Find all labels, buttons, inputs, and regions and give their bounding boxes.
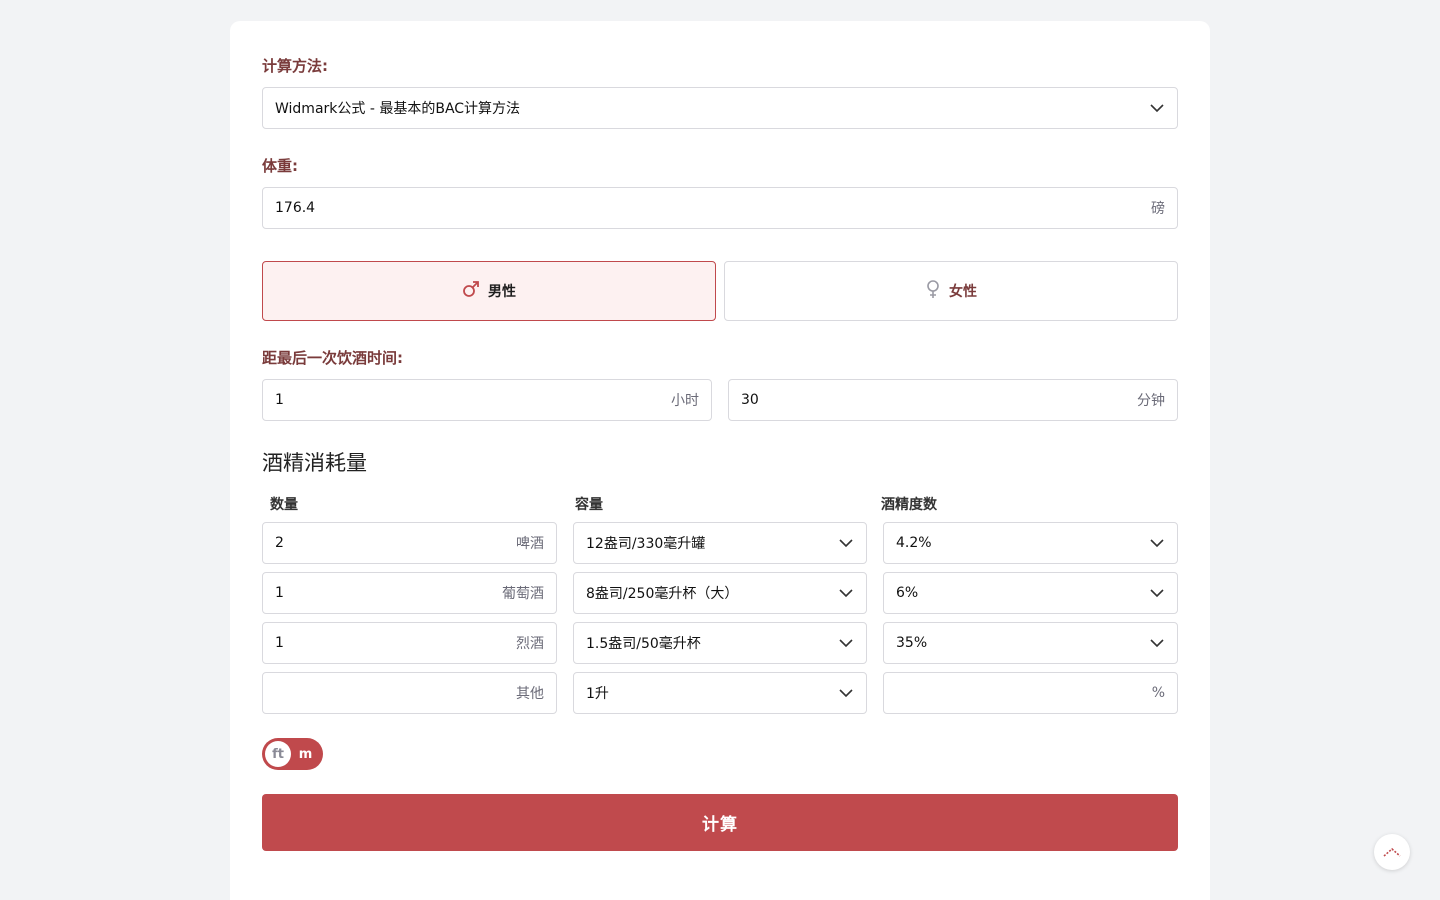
method-select[interactable]: Widmark公式 - 最基本的BAC计算方法 [262,87,1178,129]
wine-quantity-value: 1 [275,585,284,601]
hours-unit: 小时 [671,393,699,409]
method-label: 计算方法: [262,57,328,75]
hours-value: 1 [275,392,284,408]
beer-type-label: 啤酒 [516,536,544,552]
chevron-down-icon [838,535,854,551]
spirits-volume-select[interactable]: 1.5盎司/50毫升杯 [573,622,867,664]
unit-toggle-off-label: m [298,746,313,762]
chevron-down-icon [838,685,854,701]
volume-column-header: 容量 [575,497,603,513]
abv-column-header: 酒精度数 [881,497,937,513]
spirits-volume-value: 1.5盎司/50毫升杯 [586,636,701,652]
wine-quantity-input[interactable]: 1 葡萄酒 [262,572,557,614]
weight-label: 体重: [262,157,298,175]
chevron-down-icon [838,635,854,651]
time-label: 距最后一次饮酒时间: [262,349,403,367]
other-type-label: 其他 [516,686,544,702]
chevron-down-icon [1149,635,1165,651]
minutes-value: 30 [741,392,759,408]
consumption-title: 酒精消耗量 [262,451,367,475]
gender-male-button[interactable]: 男性 [262,261,716,321]
other-abv-unit: % [1151,685,1165,701]
method-selected-value: Widmark公式 - 最基本的BAC计算方法 [275,101,521,117]
chevron-down-icon [838,585,854,601]
weight-unit: 磅 [1151,201,1165,217]
wine-volume-value: 8盎司/250毫升杯（大） [586,586,739,602]
beer-quantity-input[interactable]: 2 啤酒 [262,522,557,564]
weight-input[interactable]: 176.4 磅 [262,187,1178,229]
gender-female-button[interactable]: 女性 [724,261,1178,321]
gender-female-label: 女性 [949,284,977,300]
quantity-column-header: 数量 [270,497,298,513]
chevron-down-icon [1149,585,1165,601]
spirits-abv-value: 35% [896,635,928,651]
female-icon [925,279,941,303]
gender-male-label: 男性 [488,284,516,300]
wine-abv-select[interactable]: 6% [883,572,1178,614]
spirits-abv-select[interactable]: 35% [883,622,1178,664]
unit-toggle[interactable]: ft m [262,738,323,770]
chevron-up-icon [1382,843,1402,862]
wine-abv-value: 6% [896,585,919,601]
back-to-top-button[interactable] [1374,834,1410,870]
chevron-down-icon [1149,100,1165,116]
weight-value: 176.4 [275,200,316,216]
male-icon [462,280,480,302]
other-volume-value: 1升 [586,686,609,702]
calculate-button[interactable]: 计算 [262,794,1178,851]
wine-type-label: 葡萄酒 [502,586,544,602]
unit-toggle-knob: ft [265,741,291,767]
spirits-quantity-input[interactable]: 1 烈酒 [262,622,557,664]
minutes-input[interactable]: 30 分钟 [728,379,1178,421]
beer-quantity-value: 2 [275,535,284,551]
spirits-type-label: 烈酒 [516,636,544,652]
wine-volume-select[interactable]: 8盎司/250毫升杯（大） [573,572,867,614]
beer-abv-select[interactable]: 4.2% [883,522,1178,564]
calculator-card: 计算方法: Widmark公式 - 最基本的BAC计算方法 体重: 176.4 … [230,21,1210,900]
other-abv-input[interactable]: % [883,672,1178,714]
beer-abv-value: 4.2% [896,535,932,551]
beer-volume-value: 12盎司/330毫升罐 [586,536,706,552]
chevron-down-icon [1149,535,1165,551]
spirits-quantity-value: 1 [275,635,284,651]
other-volume-select[interactable]: 1升 [573,672,867,714]
beer-volume-select[interactable]: 12盎司/330毫升罐 [573,522,867,564]
other-quantity-input[interactable]: 其他 [262,672,557,714]
hours-input[interactable]: 1 小时 [262,379,712,421]
minutes-unit: 分钟 [1137,393,1165,409]
